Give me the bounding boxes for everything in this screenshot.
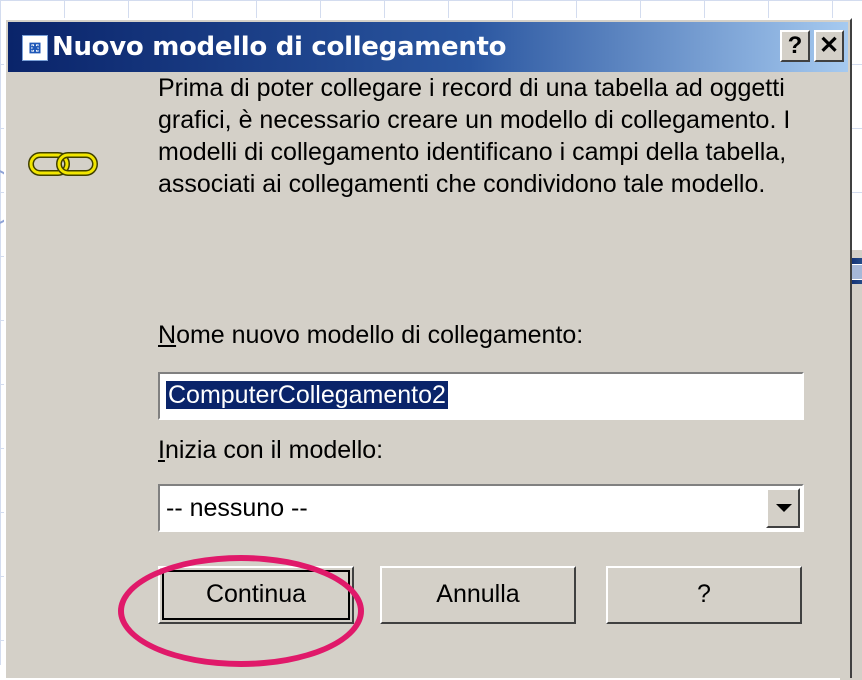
start-template-label: Inizia con il modello: — [158, 435, 383, 465]
chevron-down-icon[interactable] — [766, 488, 800, 528]
help-button[interactable]: ? — [606, 566, 802, 624]
link-template-icon: ⧆ — [22, 35, 48, 61]
intro-text: Prima di poter collegare i record di una… — [158, 74, 791, 198]
name-label-accelerator: N — [158, 321, 177, 349]
close-button[interactable]: ✕ — [814, 30, 844, 62]
continue-button[interactable]: Continua — [158, 566, 354, 624]
dialog-title: Nuovo modello di collegamento — [52, 32, 507, 62]
template-name-input[interactable]: ComputerCollegamento2 — [158, 372, 804, 420]
start-template-select[interactable]: -- nessuno -- — [158, 484, 804, 532]
start-label-text: nizia con il modello: — [164, 436, 384, 464]
start-template-value: -- nessuno -- — [166, 494, 308, 522]
template-name-value: ComputerCollegamento2 — [166, 381, 448, 409]
titlebar-help-button[interactable]: ? — [780, 30, 810, 62]
cancel-button[interactable]: Annulla — [380, 566, 576, 624]
start-label-accelerator: I — [158, 436, 165, 464]
chain-link-icon — [28, 152, 98, 176]
name-label-text: ome nuovo modello di collegamento: — [176, 321, 584, 349]
name-field-label: Nome nuovo modello di collegamento: — [158, 320, 583, 350]
dialog-titlebar[interactable]: ⧆ Nuovo modello di collegamento ? ✕ — [8, 22, 848, 72]
